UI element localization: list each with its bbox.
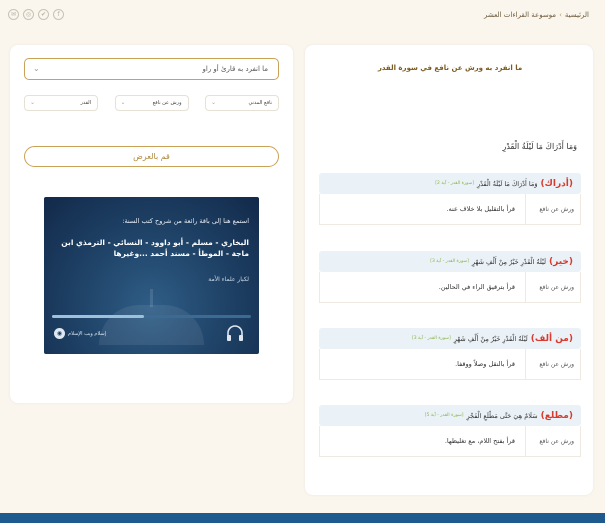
- minaret-graphic: [150, 289, 153, 307]
- narrator-select[interactable]: ورش عن نافع ⌄: [114, 95, 189, 111]
- reading-note: قرأ بفتح اللام، مع تغليظها.: [320, 426, 526, 456]
- show-button[interactable]: قم بالعرض: [24, 146, 279, 167]
- chevron-down-icon: ⌄: [120, 99, 126, 106]
- reading-block: (من ألف) لَيْلَةُ الْقَدْرِ خَيْرٌ مِنْ …: [319, 328, 581, 380]
- twitter-icon[interactable]: ✔: [38, 9, 49, 20]
- mosque-dome-graphic: [99, 305, 204, 345]
- banner-scholars: لكبار علماء الأمة: [208, 276, 249, 283]
- email-icon[interactable]: ✉: [8, 9, 19, 20]
- logo-disc-icon: ◉: [54, 328, 65, 339]
- reading-block: (مطلع) سَلَامٌ هِيَ حَتَّى مَطْلَعِ الْف…: [319, 405, 581, 457]
- highlight-word: (من ألف): [530, 333, 573, 344]
- block-row: ورش عن نافع قرأ بفتح اللام، مع تغليظها.: [319, 426, 581, 457]
- ayah-text: لَيْلَةُ الْقَدْرِ خَيْرٌ مِنْ أَلْفِ شَ…: [453, 334, 528, 343]
- block-header: (من ألف) لَيْلَةُ الْقَدْرِ خَيْرٌ مِنْ …: [319, 328, 581, 349]
- reader-select-value: نافع المدني: [248, 100, 272, 106]
- block-row: ورش عن نافع قرأ بالنقل وصلاً ووقفا.: [319, 349, 581, 380]
- ayah-reference[interactable]: [سورة القدر - آية 5]: [425, 413, 464, 418]
- breadcrumb-current[interactable]: موسوعة القراءات العشر: [484, 11, 556, 19]
- highlight-word: (أدراك): [540, 178, 573, 189]
- method-select-value: ما انفرد به قارئ أو راو: [202, 65, 269, 73]
- ayah-text: لَيْلَةُ الْقَدْرِ خَيْرٌ مِنْ أَلْفِ شَ…: [471, 257, 546, 266]
- reader-select[interactable]: نافع المدني ⌄: [205, 95, 279, 111]
- banner-books: البخاري - مسلم - أبو داوود - النسائي - ا…: [61, 238, 249, 258]
- block-header: (مطلع) سَلَامٌ هِيَ حَتَّى مَطْلَعِ الْف…: [319, 405, 581, 426]
- audio-progress-fill: [52, 315, 144, 318]
- ayah-text: سَلَامٌ هِيَ حَتَّى مَطْلَعِ الْفَجْرِ: [466, 411, 538, 420]
- ayah-text: وَمَا أَدْرَاكَ مَا لَيْلَةُ الْقَدْرِ: [477, 179, 538, 188]
- results-panel: ما انفرد به ورش عن نافع في سورة القدر وَ…: [305, 45, 593, 495]
- social-links: ✉ ◎ ✔ f: [8, 9, 64, 20]
- banner-intro: استمع هنا إلى باقة رائعة من شروح كتب الس…: [122, 217, 249, 225]
- highlight-word: (خير): [549, 256, 573, 267]
- reader-name: ورش عن نافع: [539, 360, 574, 368]
- reading-block: (خير) لَيْلَةُ الْقَدْرِ خَيْرٌ مِنْ أَل…: [319, 251, 581, 303]
- headphones-icon[interactable]: [225, 323, 245, 343]
- audio-banner[interactable]: استمع هنا إلى باقة رائعة من شروح كتب الس…: [44, 197, 259, 354]
- results-title: ما انفرد به ورش عن نافع في سورة القدر: [377, 64, 523, 72]
- footer-bar: [0, 513, 605, 523]
- logo-text: إسلام ويب الإسلام: [68, 330, 107, 337]
- verse-text: وَمَا أَدْرَاكَ مَا لَيْلَةُ الْقَدْرِ: [502, 142, 577, 151]
- top-bar: ✉ ◎ ✔ f الرئيسية›موسوعة القراءات العشر: [0, 0, 605, 34]
- breadcrumb: الرئيسية›موسوعة القراءات العشر: [484, 11, 589, 19]
- surah-select[interactable]: القدر ⌄: [24, 95, 98, 111]
- reader-name: ورش عن نافع: [539, 205, 574, 213]
- block-header: (أدراك) وَمَا أَدْرَاكَ مَا لَيْلَةُ الْ…: [319, 173, 581, 194]
- islamweb-logo: إسلام ويب الإسلام ◉: [54, 328, 106, 339]
- instagram-icon[interactable]: ◎: [23, 9, 34, 20]
- reader-name: ورش عن نافع: [539, 437, 574, 445]
- chevron-down-icon: ⌄: [30, 99, 36, 106]
- chevron-down-icon: ⌄: [211, 99, 217, 106]
- ayah-reference[interactable]: [سورة القدر - آية 3]: [430, 259, 469, 264]
- chevron-down-icon: ⌄: [33, 64, 40, 73]
- reading-note: قرأ بالنقل وصلاً ووقفا.: [320, 349, 526, 379]
- filter-panel: ما انفرد به قارئ أو راو ⌄ نافع المدني ⌄ …: [10, 45, 293, 403]
- block-header: (خير) لَيْلَةُ الْقَدْرِ خَيْرٌ مِنْ أَل…: [319, 251, 581, 272]
- surah-select-value: القدر: [80, 100, 91, 106]
- method-select[interactable]: ما انفرد به قارئ أو راو ⌄: [24, 58, 279, 80]
- reading-note: قرأ بترقيق الراء في الحالين.: [320, 272, 526, 302]
- reading-block: (أدراك) وَمَا أَدْرَاكَ مَا لَيْلَةُ الْ…: [319, 173, 581, 225]
- reading-note: قرأ بالتقليل بلا خلاف عنه.: [320, 194, 526, 224]
- breadcrumb-separator: ›: [559, 11, 562, 19]
- ayah-reference[interactable]: [سورة القدر - آية 2]: [435, 181, 474, 186]
- narrator-select-value: ورش عن نافع: [152, 100, 182, 106]
- block-row: ورش عن نافع قرأ بترقيق الراء في الحالين.: [319, 272, 581, 303]
- filter-selects: نافع المدني ⌄ ورش عن نافع ⌄ القدر ⌄: [24, 95, 279, 111]
- facebook-icon[interactable]: f: [53, 9, 64, 20]
- highlight-word: (مطلع): [540, 410, 573, 421]
- ayah-reference[interactable]: [سورة القدر - آية 3]: [412, 336, 451, 341]
- reader-name: ورش عن نافع: [539, 283, 574, 291]
- breadcrumb-home[interactable]: الرئيسية: [565, 11, 589, 19]
- audio-progress-bar[interactable]: [52, 315, 251, 318]
- block-row: ورش عن نافع قرأ بالتقليل بلا خلاف عنه.: [319, 194, 581, 225]
